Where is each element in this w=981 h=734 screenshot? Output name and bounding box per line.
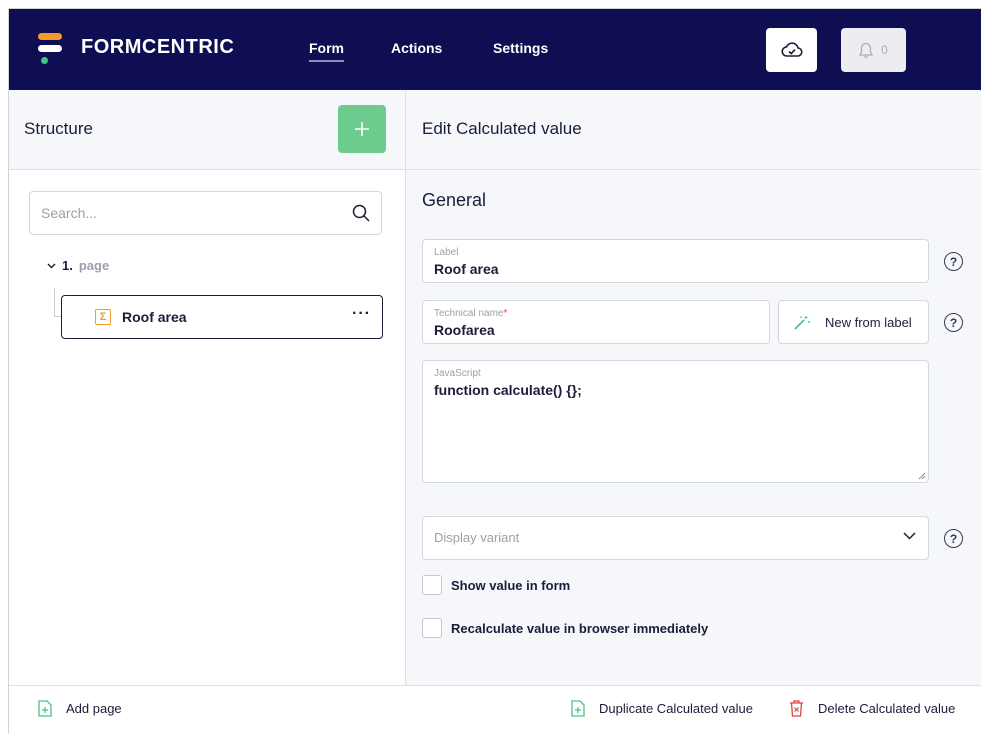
search-input[interactable] [41, 192, 341, 234]
tree-item-label: Roof area [122, 309, 187, 325]
duplicate-file-icon [571, 700, 585, 717]
cloud-check-icon [780, 42, 803, 57]
tree-page-item[interactable]: 1. page [47, 258, 109, 273]
recalculate-label: Recalculate value in browser immediately [451, 620, 709, 636]
add-element-button[interactable] [338, 105, 386, 153]
duplicate-button[interactable]: Duplicate Calculated value [571, 700, 753, 717]
resize-handle-icon[interactable] [918, 472, 926, 480]
chevron-down-icon [903, 532, 916, 540]
delete-label: Delete Calculated value [818, 701, 956, 716]
label-field-value: Roof area [434, 261, 499, 277]
search-box [29, 191, 382, 235]
structure-panel: 1. page Σ Roof area ··· [9, 170, 405, 685]
formcentric-logo[interactable] [38, 33, 64, 67]
duplicate-label: Duplicate Calculated value [599, 701, 753, 716]
trash-icon [790, 700, 803, 717]
cloud-save-button[interactable] [766, 28, 817, 72]
tree-item-roof-area[interactable]: Σ Roof area ··· [61, 295, 383, 339]
label-field[interactable]: Label Roof area [422, 239, 929, 283]
display-variant-placeholder: Display variant [434, 530, 520, 545]
recalculate-checkbox-row[interactable]: Recalculate value in browser immediately [422, 618, 708, 638]
page-number: 1. [62, 258, 73, 273]
structure-header: Structure [9, 90, 405, 170]
editor-title: Edit Calculated value [422, 119, 582, 138]
notification-count: 0 [881, 43, 888, 57]
technical-name-value: Roofarea [434, 322, 495, 338]
search-icon[interactable] [352, 204, 370, 222]
add-page-button[interactable]: Add page [38, 700, 122, 717]
javascript-code: function calculate() {}; [434, 382, 582, 398]
add-file-icon [38, 700, 52, 717]
label-field-label: Label [434, 247, 459, 258]
chevron-down-icon[interactable] [47, 263, 56, 269]
page-name: page [78, 258, 110, 273]
show-value-checkbox[interactable] [422, 575, 442, 595]
recalculate-checkbox[interactable] [422, 618, 442, 638]
nav-actions[interactable]: Actions [391, 40, 442, 56]
add-page-label: Add page [66, 701, 122, 716]
more-options-icon[interactable]: ··· [352, 305, 371, 323]
new-from-label-text: New from label [825, 315, 912, 330]
top-navigation-bar: FORMCENTRIC Form Actions Settings 0 [9, 9, 981, 90]
bell-icon [859, 42, 874, 58]
plus-icon [355, 122, 369, 136]
structure-title: Structure [24, 119, 93, 138]
new-from-label-button[interactable]: New from label [778, 300, 929, 344]
nav-settings[interactable]: Settings [493, 40, 548, 56]
help-icon[interactable]: ? [944, 313, 963, 332]
notifications-button[interactable]: 0 [841, 28, 906, 72]
javascript-editor[interactable]: JavaScript function calculate() {}; [422, 360, 929, 483]
technical-name-field[interactable]: Technical name* Roofarea [422, 300, 770, 344]
app-window: FORMCENTRIC Form Actions Settings 0 Stru… [8, 8, 981, 734]
javascript-label: JavaScript [434, 368, 481, 379]
show-value-label: Show value in form [451, 577, 571, 593]
editor-panel: General Label Roof area ? Technical name… [406, 170, 981, 685]
help-icon[interactable]: ? [944, 529, 963, 548]
brand-name: FORMCENTRIC [81, 36, 235, 58]
technical-name-label: Technical name* [434, 308, 508, 319]
section-title: General [422, 190, 487, 210]
editor-header: Edit Calculated value [406, 90, 981, 170]
magic-wand-icon [794, 316, 810, 330]
footer-bar: Add page Duplicate Calculated value Dele… [9, 685, 981, 734]
help-icon[interactable]: ? [944, 252, 963, 271]
delete-button[interactable]: Delete Calculated value [789, 700, 955, 717]
sigma-icon: Σ [95, 309, 111, 325]
tree-connector [54, 288, 55, 316]
nav-form[interactable]: Form [309, 40, 344, 62]
show-value-checkbox-row[interactable]: Show value in form [422, 575, 570, 595]
required-mark: * [503, 308, 508, 319]
display-variant-select[interactable]: Display variant [422, 516, 929, 560]
